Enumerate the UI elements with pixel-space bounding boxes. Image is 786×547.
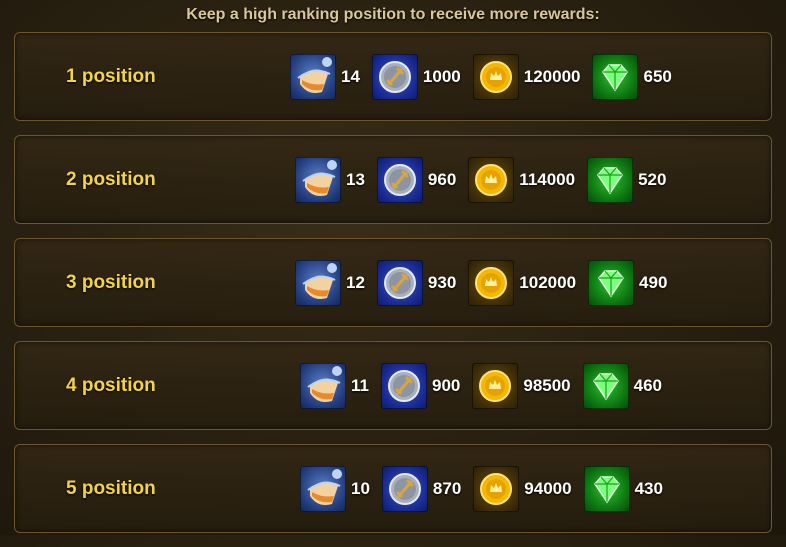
position-label: 3 position xyxy=(66,272,156,293)
potion-count: 12 xyxy=(346,273,365,292)
reward-list: 12 930 102000 490 xyxy=(295,260,679,306)
medal-count: 930 xyxy=(427,273,457,292)
position-label: 2 position xyxy=(66,169,156,190)
gold-coin-icon xyxy=(468,157,515,203)
reward-medal: 870 xyxy=(381,466,462,512)
potion-icon xyxy=(295,260,341,306)
gold-count: 98500 xyxy=(523,376,571,395)
potion-icon xyxy=(300,466,346,512)
reward-gold: 102000 xyxy=(468,260,576,306)
gold-coin-icon xyxy=(472,54,519,100)
emerald-count: 520 xyxy=(638,170,667,189)
reward-row: 1 position 14 1000 120000 650 xyxy=(14,32,772,121)
reward-row: 5 position 10 870 94000 430 xyxy=(14,444,772,533)
emerald-icon xyxy=(587,157,634,203)
sword-medal-icon xyxy=(380,363,427,409)
gold-count: 114000 xyxy=(519,170,576,189)
reward-gold: 94000 xyxy=(473,466,572,512)
potion-count: 14 xyxy=(341,67,360,86)
reward-potion: 12 xyxy=(295,260,365,306)
gold-count: 120000 xyxy=(523,67,581,86)
reward-row: 4 position 11 900 98500 460 xyxy=(14,341,772,430)
emerald-icon xyxy=(582,363,629,409)
reward-medal: 930 xyxy=(376,260,457,306)
reward-gold: 98500 xyxy=(472,363,571,409)
sword-medal-icon xyxy=(371,54,418,100)
sword-medal-icon xyxy=(376,260,423,306)
potion-count: 13 xyxy=(346,170,365,189)
reward-emerald: 650 xyxy=(592,54,672,100)
reward-emerald: 490 xyxy=(588,260,667,306)
gold-coin-icon xyxy=(472,363,519,409)
gold-count: 94000 xyxy=(524,479,572,498)
emerald-count: 430 xyxy=(634,479,663,498)
reward-row: 3 position 12 930 102000 490 xyxy=(14,238,772,327)
reward-list: 11 900 98500 460 xyxy=(300,363,674,409)
reward-list: 10 870 94000 430 xyxy=(300,466,675,512)
reward-list: 13 960 114000 520 xyxy=(295,157,678,203)
reward-potion: 13 xyxy=(295,157,365,203)
reward-medal: 960 xyxy=(376,157,457,203)
reward-gold: 114000 xyxy=(468,157,575,203)
reward-emerald: 520 xyxy=(587,157,666,203)
reward-list: 14 1000 120000 650 xyxy=(290,54,684,100)
position-label: 4 position xyxy=(66,375,156,396)
reward-emerald: 430 xyxy=(583,466,663,512)
emerald-icon xyxy=(588,260,635,306)
gold-coin-icon xyxy=(468,260,515,306)
reward-potion: 11 xyxy=(300,363,369,409)
reward-emerald: 460 xyxy=(582,363,663,409)
medal-count: 960 xyxy=(427,170,457,189)
gold-count: 102000 xyxy=(519,273,577,292)
reward-potion: 10 xyxy=(300,466,370,512)
medal-count: 900 xyxy=(431,376,461,395)
reward-gold: 120000 xyxy=(472,54,581,100)
potion-icon xyxy=(295,157,341,203)
reward-medal: 900 xyxy=(380,363,461,409)
sword-medal-icon xyxy=(376,157,423,203)
reward-row: 2 position 13 960 114000 520 xyxy=(14,135,772,224)
position-label: 5 position xyxy=(66,478,156,499)
rewards-header: Keep a high ranking position to receive … xyxy=(186,6,600,23)
potion-icon xyxy=(290,54,336,100)
potion-count: 10 xyxy=(351,479,370,498)
position-label: 1 position xyxy=(66,66,156,87)
emerald-icon xyxy=(583,466,630,512)
rewards-table: 1 position 14 1000 120000 650 2 position… xyxy=(14,32,772,547)
emerald-count: 650 xyxy=(643,67,672,86)
emerald-count: 490 xyxy=(639,273,668,292)
reward-medal: 1000 xyxy=(371,54,461,100)
medal-count: 870 xyxy=(432,479,462,498)
sword-medal-icon xyxy=(381,466,428,512)
potion-icon xyxy=(300,363,346,409)
reward-potion: 14 xyxy=(290,54,360,100)
gold-coin-icon xyxy=(473,466,520,512)
emerald-count: 460 xyxy=(633,376,663,395)
medal-count: 1000 xyxy=(422,67,461,86)
potion-count: 11 xyxy=(351,376,369,395)
emerald-icon xyxy=(592,54,639,100)
